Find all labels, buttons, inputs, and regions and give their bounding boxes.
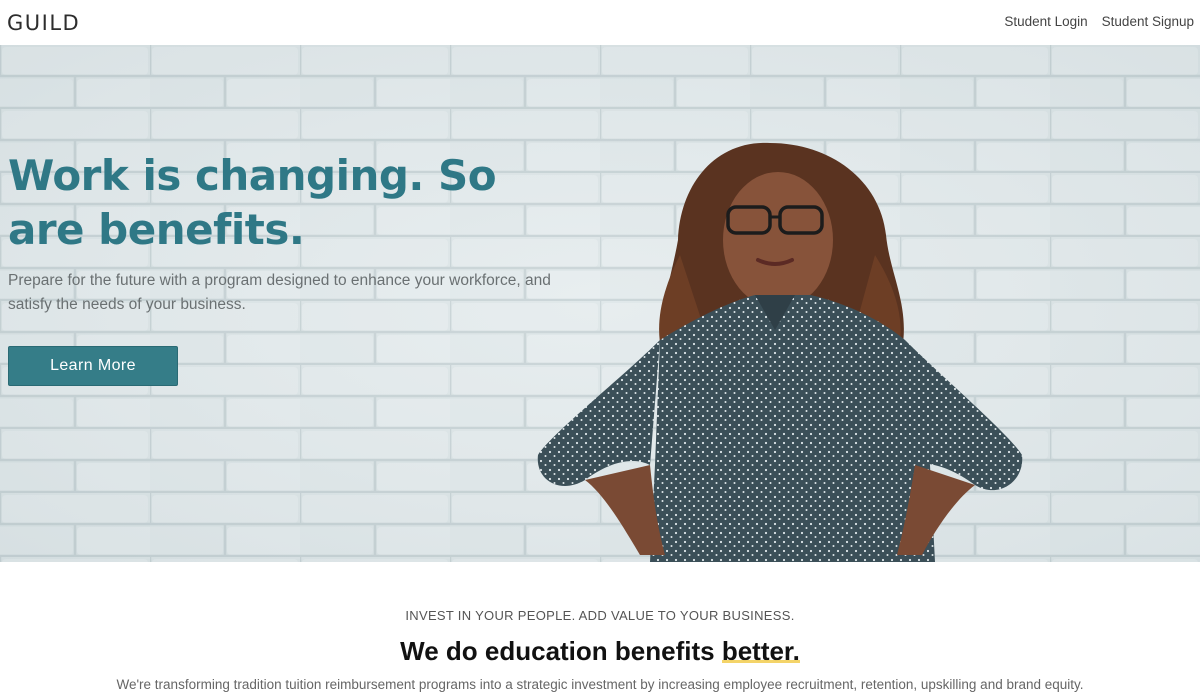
- logo-text: GUILD: [7, 11, 81, 35]
- section-body: We're transforming tradition tuition rei…: [116, 677, 1084, 692]
- student-signup-link[interactable]: Student Signup: [1102, 14, 1194, 29]
- hero-title: Work is changing. So are benefits.: [8, 151, 497, 254]
- student-login-link[interactable]: Student Login: [1004, 14, 1087, 29]
- learn-more-button[interactable]: Learn More: [8, 346, 178, 386]
- section-title-text: We do education benefits: [400, 636, 722, 666]
- section-eyebrow: INVEST IN YOUR PEOPLE. ADD VALUE TO YOUR…: [405, 608, 795, 623]
- section-title-highlight: better.: [721, 636, 800, 666]
- hero-subtitle: Prepare for the future with a program de…: [8, 272, 551, 313]
- section-title: We do education benefits better.: [0, 636, 1200, 667]
- top-nav: Student Login Student Signup: [1004, 14, 1194, 29]
- hero-person-photo: [537, 142, 1023, 562]
- site-header: GUILD Student Login Student Signup: [0, 0, 1200, 45]
- guild-logo[interactable]: GUILD: [7, 11, 80, 35]
- hero-banner: Work is changing. So are benefits. Prepa…: [0, 45, 1200, 562]
